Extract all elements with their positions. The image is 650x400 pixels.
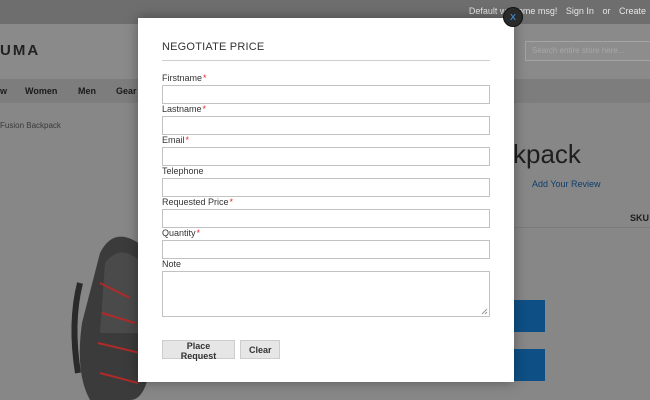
sku-label: SKU	[630, 213, 650, 223]
nav-item-whats-new[interactable]: w	[0, 86, 7, 96]
requested-price-label-text: Requested Price	[162, 197, 229, 207]
search-input[interactable]: Search entire store here...	[525, 41, 650, 61]
firstname-label: Firstname*	[162, 73, 207, 83]
quantity-label-text: Quantity	[162, 228, 196, 238]
requested-price-field[interactable]	[162, 209, 490, 228]
add-to-cart-button[interactable]	[513, 300, 545, 332]
required-star: *	[203, 73, 207, 83]
telephone-field[interactable]	[162, 178, 490, 197]
firstname-label-text: Firstname	[162, 73, 203, 83]
lastname-label-text: Lastname	[162, 104, 202, 114]
firstname-field[interactable]	[162, 85, 490, 104]
or-text: or	[602, 6, 611, 16]
close-icon[interactable]: x	[503, 7, 523, 27]
nav-item-women[interactable]: Women	[25, 86, 57, 96]
welcome-area: Default welcome msg! Sign In or Create	[463, 6, 646, 16]
telephone-label: Telephone	[162, 166, 205, 176]
required-star: *	[185, 135, 190, 145]
required-star: *	[202, 104, 207, 114]
modal-title-divider	[162, 60, 490, 61]
sign-in-link[interactable]: Sign In	[566, 6, 594, 16]
quantity-field[interactable]	[162, 240, 490, 259]
nav-item-gear[interactable]: Gear	[116, 86, 137, 96]
telephone-label-text: Telephone	[162, 166, 204, 176]
note-field[interactable]	[162, 271, 490, 317]
product-info-divider	[513, 227, 650, 228]
lastname-field[interactable]	[162, 116, 490, 135]
note-label: Note	[162, 259, 182, 269]
quantity-label: Quantity*	[162, 228, 200, 238]
email-label: Email*	[162, 135, 189, 145]
negotiate-price-modal: NEGOTIATE PRICE Firstname* Lastname* Ema…	[138, 18, 514, 382]
store-logo[interactable]: UMA	[0, 42, 40, 59]
lastname-label: Lastname*	[162, 104, 206, 114]
breadcrumb: Fusion Backpack	[0, 121, 61, 130]
required-star: *	[229, 197, 234, 207]
requested-price-label: Requested Price*	[162, 197, 233, 207]
product-title: kpack	[513, 139, 581, 169]
note-label-text: Note	[162, 259, 182, 269]
required-star: *	[196, 228, 201, 238]
email-label-text: Email	[162, 135, 185, 145]
clear-button[interactable]: Clear	[240, 340, 280, 359]
email-field[interactable]	[162, 147, 490, 166]
create-account-link[interactable]: Create	[619, 6, 646, 16]
nav-item-men[interactable]: Men	[78, 86, 96, 96]
add-review-link[interactable]: Add Your Review	[532, 179, 601, 189]
place-request-button[interactable]: Place Request	[162, 340, 235, 361]
modal-title: NEGOTIATE PRICE	[162, 41, 265, 53]
negotiate-button[interactable]	[513, 349, 545, 381]
